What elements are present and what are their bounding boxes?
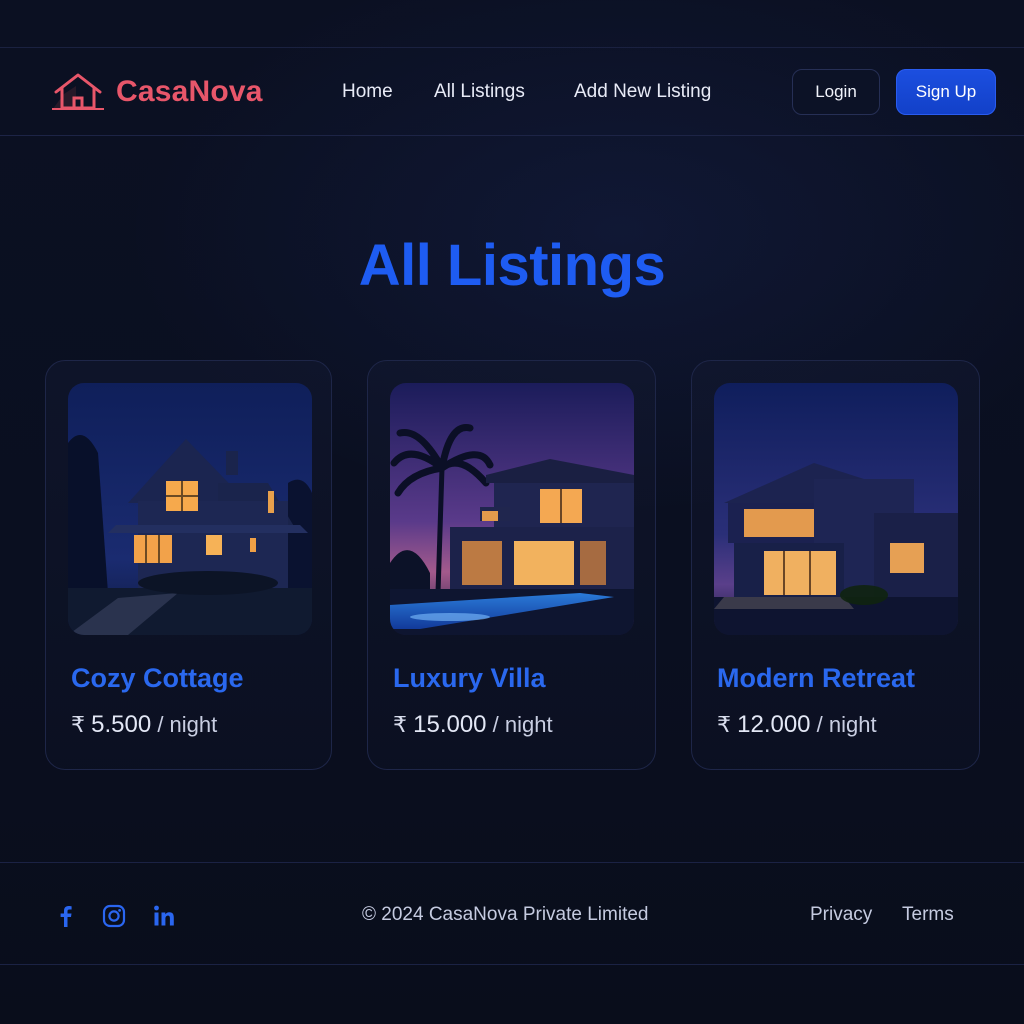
brand-name: CasaNova [116,75,263,108]
listing-title: Modern Retreat [717,663,916,693]
currency-symbol: ₹ [393,712,407,737]
price-amount: 12.000 [737,711,811,738]
nav-link-all-listings[interactable]: All Listings [434,80,525,104]
page-title: All Listings [358,233,666,298]
facebook-icon[interactable] [53,903,79,929]
navbar: CasaNova Home All Listings Add New Listi… [0,48,1024,136]
house-icon [52,73,104,110]
listing-title: Cozy Cottage [71,663,244,693]
currency-symbol: ₹ [71,712,85,737]
brand-logo[interactable]: CasaNova [50,72,263,112]
login-button[interactable]: Login [792,69,880,115]
nav-link-add-new-listing[interactable]: Add New Listing [574,80,711,104]
price-unit: / night [492,712,553,737]
listing-card-cozy-cottage[interactable]: Cozy Cottage ₹ 5.500 / night [45,360,332,770]
signup-button[interactable]: Sign Up [896,69,996,115]
copyright-text: © 2024 CasaNova Private Limited [362,904,649,925]
villa-pool-night-image[interactable] [390,383,634,635]
modern-house-night-image[interactable] [714,383,958,635]
top-strip [0,0,1024,48]
listing-title: Luxury Villa [393,663,546,693]
cottage-night-image[interactable] [68,383,312,635]
nav-link-home[interactable]: Home [342,80,393,104]
listing-price: ₹ 12.000 / night [717,711,877,739]
linkedin-icon[interactable] [151,903,177,929]
listing-card-luxury-villa[interactable]: Luxury Villa ₹ 15.000 / night [367,360,656,770]
footer: © 2024 CasaNova Private Limited Privacy … [0,862,1024,965]
price-unit: / night [157,712,218,737]
price-amount: 5.500 [91,711,152,738]
price-amount: 15.000 [413,711,487,738]
listing-price: ₹ 15.000 / night [393,711,553,739]
currency-symbol: ₹ [717,712,731,737]
listing-card-modern-retreat[interactable]: Modern Retreat ₹ 12.000 / night [691,360,980,770]
privacy-link[interactable]: Privacy [810,904,872,926]
instagram-icon[interactable] [101,903,127,929]
listing-price: ₹ 5.500 / night [71,711,217,739]
price-unit: / night [816,712,877,737]
terms-link[interactable]: Terms [902,904,954,926]
